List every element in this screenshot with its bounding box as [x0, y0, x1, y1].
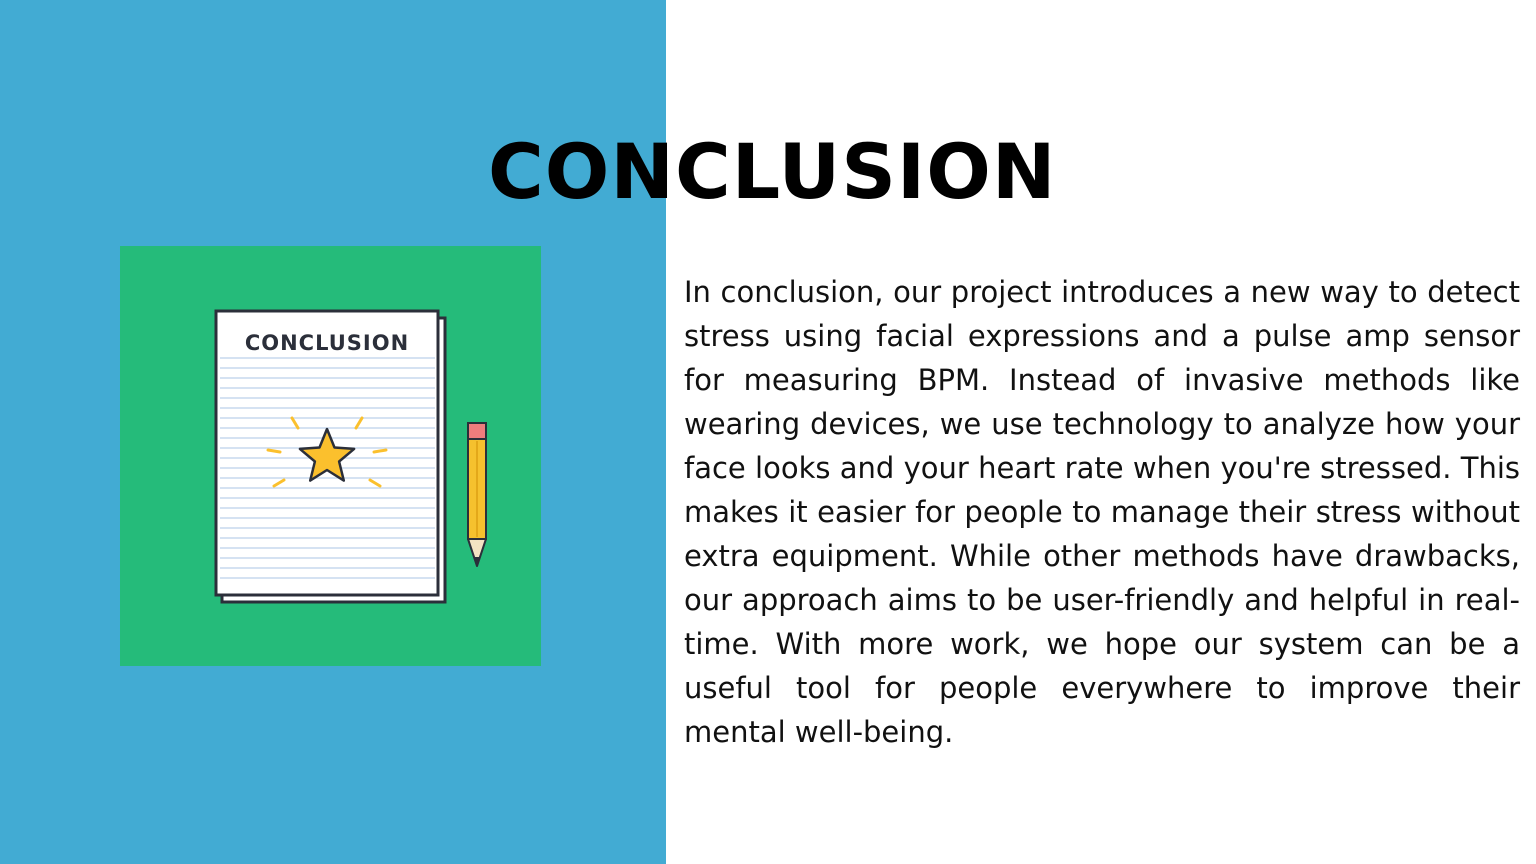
conclusion-illustration: CONCLUSION — [120, 246, 541, 666]
conclusion-paragraph: In conclusion, our project introduces a … — [684, 275, 1520, 749]
illustration-svg: CONCLUSION — [214, 309, 487, 604]
slide-title: CONCLUSION — [488, 127, 1057, 216]
paper-heading: CONCLUSION — [245, 331, 409, 355]
pencil-icon — [467, 422, 487, 567]
